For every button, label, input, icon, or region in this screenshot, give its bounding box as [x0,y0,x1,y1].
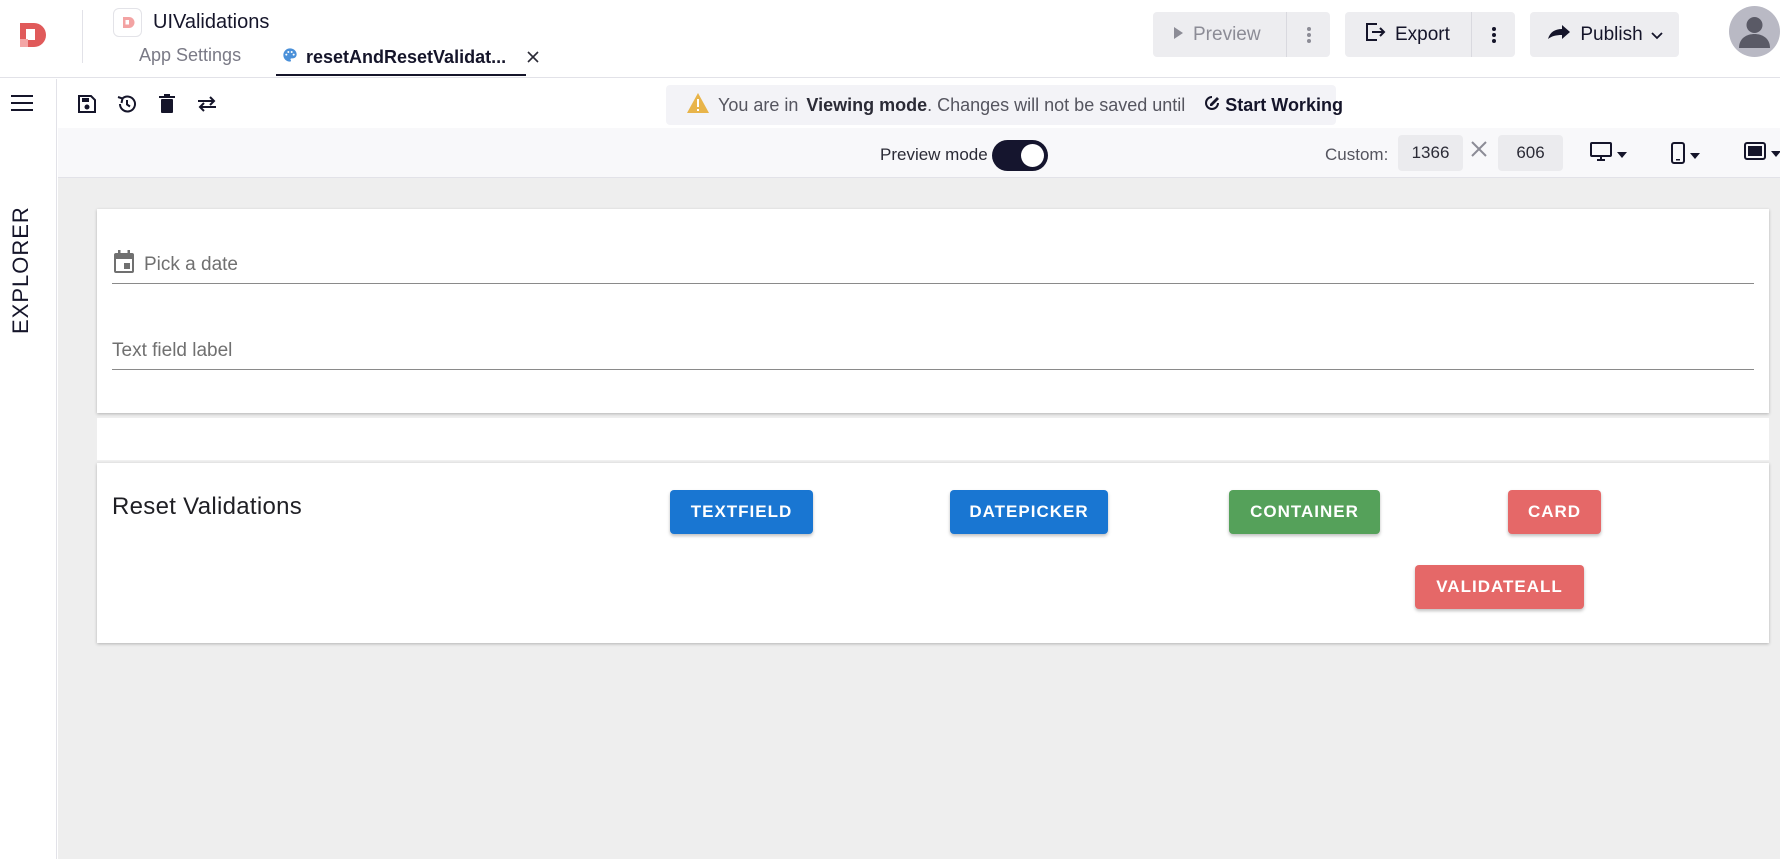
textfield-button[interactable]: TEXTFIELD [670,490,813,534]
export-label: Export [1395,23,1450,45]
tablet-device-select[interactable] [1744,142,1780,165]
banner-mode: Viewing mode [806,94,928,115]
tablet-icon [1744,142,1766,165]
preview-label: Preview [1193,23,1261,45]
publish-label: Publish [1580,23,1643,45]
calendar-icon [112,249,136,281]
preview-button-group: Preview [1153,12,1330,57]
delete-icon[interactable] [154,91,180,117]
viewing-mode-banner: You are in Viewing mode. Changes will no… [666,85,1343,125]
explorer-label[interactable]: EXPLORER [8,206,34,334]
reset-validations-title: Reset Validations [112,493,303,520]
chevron-down-icon [1689,147,1701,165]
swap-icon[interactable] [194,91,220,117]
banner-prefix: You are in [718,94,799,115]
start-working-label: Start Working [1225,94,1343,115]
export-icon [1363,21,1387,49]
menu-icon[interactable] [10,93,34,118]
date-placeholder: Pick a date [144,254,238,275]
empty-container [97,418,1769,461]
chevron-down-icon [1770,145,1780,163]
desktop-device-select[interactable] [1590,142,1628,167]
app-icon [113,8,142,37]
card-button[interactable]: CARD [1508,490,1601,534]
explorer-sidebar: EXPLORER [0,79,57,859]
chevron-down-icon [1651,24,1663,46]
phone-device-select[interactable] [1671,142,1701,169]
play-icon [1171,24,1185,46]
tab-page-label: resetAndResetValidat... [306,46,507,67]
brand-logo-icon[interactable] [16,19,48,51]
reset-validations-card: Reset Validations TEXTFIELD DATEPICKER C… [97,463,1769,643]
container-button[interactable]: CONTAINER [1229,490,1380,534]
form-card: Pick a date Text field label [97,209,1769,413]
canvas-height-input[interactable]: 606 [1498,135,1563,171]
export-button-group: Export [1345,12,1515,57]
publish-icon [1546,23,1572,47]
tab-page-active[interactable]: resetAndResetValidat... [276,40,539,76]
tab-app-settings[interactable]: App Settings [139,45,241,66]
desktop-icon [1590,142,1612,167]
preview-mode-toggle[interactable] [992,140,1048,171]
export-more-icon[interactable] [1471,12,1515,57]
dimension-times-icon [1470,140,1488,163]
top-bar: UIValidations App Settings resetAndReset… [0,0,1780,78]
user-avatar-icon[interactable] [1729,6,1780,57]
start-working-button[interactable]: Start Working [1203,94,1343,117]
app-title: UIValidations [153,11,270,33]
close-icon[interactable] [526,50,540,64]
preview-mode-label: Preview mode [880,145,988,164]
preview-button[interactable]: Preview [1153,12,1286,57]
palette-icon [282,47,298,68]
publish-button[interactable]: Publish [1530,12,1679,57]
history-icon[interactable] [114,91,140,117]
header-divider [82,10,83,63]
validateall-button[interactable]: VALIDATEALL [1415,565,1584,609]
canvas-width-input[interactable]: 1366 [1398,135,1463,171]
editor-toolbar: You are in Viewing mode. Changes will no… [58,79,1780,129]
banner-suffix: . Changes will not be saved until [927,94,1186,115]
custom-size-label: Custom: [1325,145,1389,164]
chevron-down-icon [1616,146,1628,164]
preview-controls-bar: Preview mode Custom: 1366 606 [58,128,1780,178]
export-button[interactable]: Export [1345,12,1471,57]
text-field[interactable]: Text field label [112,333,1754,370]
datepicker-button[interactable]: DATEPICKER [950,490,1108,534]
preview-more-icon[interactable] [1286,12,1330,57]
warning-icon [686,92,710,119]
save-icon[interactable] [74,91,100,117]
phone-icon [1671,142,1685,169]
edit-circle-icon [1203,94,1221,117]
date-picker-field[interactable]: Pick a date [112,247,1754,284]
preview-canvas: Pick a date Text field label Reset Valid… [58,178,1780,859]
